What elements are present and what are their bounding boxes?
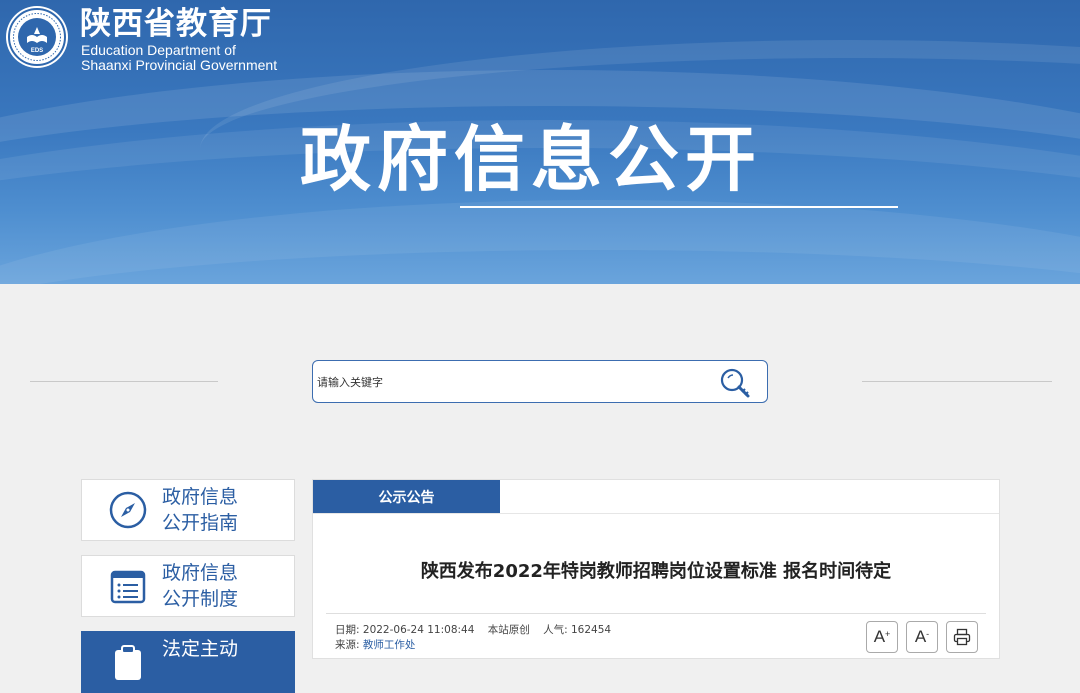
sidebar-item-disclosure-rules[interactable]: 政府信息 公开制度 — [81, 555, 295, 617]
announcement-panel: 公示公告 陕西发布2022年特岗教师招聘岗位设置标准 报名时间待定 日期: 20… — [312, 479, 1000, 659]
minus-mark: - — [926, 629, 930, 639]
source-link[interactable]: 教师工作处 — [363, 639, 416, 651]
article-meta: 日期: 2022-06-24 11:08:44 本站原创 人气: 162454 … — [335, 623, 611, 653]
label-line: 政府信息 — [162, 486, 239, 508]
sidebar-item-disclosure-guide[interactable]: 政府信息 公开指南 — [81, 479, 295, 541]
divider — [862, 381, 1052, 382]
page-title: 政府信息公开 — [300, 118, 763, 201]
title-underline — [460, 206, 898, 208]
tab-announcements[interactable]: 公示公告 — [313, 480, 500, 513]
views-count: 162454 — [571, 624, 612, 636]
font-decrease-label: A — [914, 627, 927, 646]
document-list-icon — [110, 570, 146, 604]
sidebar-item-statutory-proactive[interactable]: 法定主动 — [81, 631, 295, 693]
seal-icon: EDS — [8, 8, 66, 66]
label-line: 法定主动 — [162, 638, 239, 660]
sidebar-item-label: 政府信息 公开指南 — [162, 484, 238, 536]
search-icon — [720, 368, 750, 398]
divider — [326, 613, 986, 614]
svg-text:EDS: EDS — [31, 48, 43, 54]
original-label: 本站原创 — [487, 624, 530, 636]
printer-icon — [953, 628, 971, 646]
search-input[interactable] — [317, 371, 707, 393]
site-name-cn: 陕西省教育厅 — [80, 6, 272, 42]
compass-icon — [109, 491, 147, 529]
clipboard-icon — [115, 645, 141, 680]
divider — [313, 513, 999, 514]
font-increase-button[interactable]: A + — [866, 621, 898, 653]
header-banner: EDS 陕西省教育厅 Education Department of Shaan… — [0, 0, 1080, 284]
font-increase-label: A — [873, 627, 886, 646]
site-logo[interactable]: EDS — [6, 6, 68, 68]
sidebar-item-label: 法定主动 — [162, 636, 238, 662]
date-label: 日期: — [335, 624, 360, 636]
date-value: 2022-06-24 11:08:44 — [362, 624, 475, 636]
site-name-en: Education Department of — [81, 42, 236, 58]
plus-mark: + — [885, 629, 891, 639]
font-decrease-button[interactable]: A- — [906, 621, 938, 653]
sidebar-item-label: 政府信息 公开制度 — [162, 560, 238, 612]
divider — [30, 381, 218, 382]
views-label: 人气: — [543, 624, 568, 636]
site-name-en: Shaanxi Provincial Government — [81, 57, 278, 73]
label-line: 公开制度 — [162, 588, 239, 610]
search-box — [312, 360, 768, 403]
print-button[interactable] — [946, 621, 978, 653]
label-line: 公开指南 — [162, 512, 239, 534]
source-label: 来源: — [335, 639, 360, 651]
label-line: 政府信息 — [162, 562, 239, 584]
search-button[interactable] — [717, 365, 753, 401]
article-title: 陕西发布2022年特岗教师招聘岗位设置标准 报名时间待定 — [420, 561, 892, 582]
